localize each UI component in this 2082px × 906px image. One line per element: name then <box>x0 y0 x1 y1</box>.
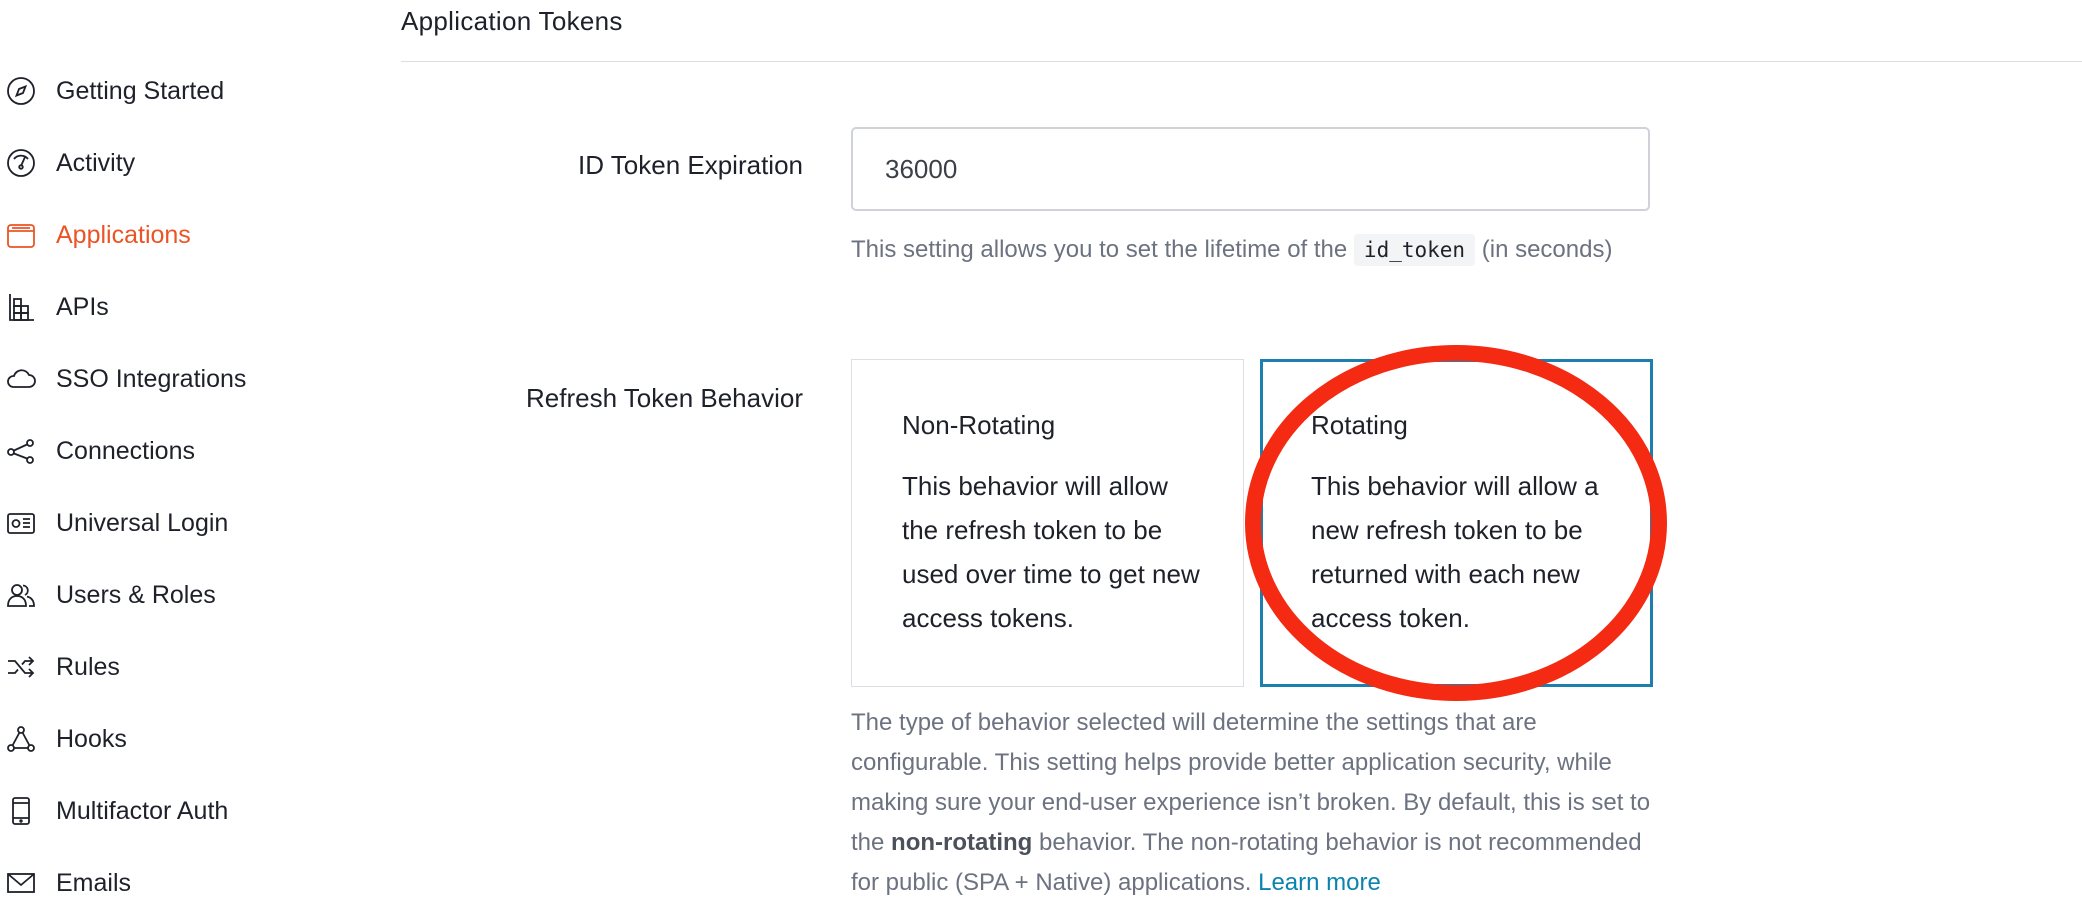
sidebar-item-users-roles[interactable]: Users & Roles <box>4 575 216 615</box>
phone-icon <box>4 794 38 828</box>
id-token-help-text: This setting allows you to set the lifet… <box>851 230 1651 270</box>
applications-icon <box>4 218 38 252</box>
sidebar-item-label: Hooks <box>56 724 127 753</box>
sidebar-item-label: Rules <box>56 652 120 681</box>
sidebar-item-rules[interactable]: Rules <box>4 647 120 687</box>
help-text-suffix: (in seconds) <box>1475 236 1613 263</box>
sidebar-item-label: Getting Started <box>56 76 225 105</box>
sidebar-item-multifactor-auth[interactable]: Multifactor Auth <box>4 791 228 831</box>
sidebar-item-label: Universal Login <box>56 508 229 537</box>
section-title: Application Tokens <box>401 6 623 36</box>
share-nodes-icon <box>4 434 38 468</box>
sidebar-item-getting-started[interactable]: Getting Started <box>4 71 224 111</box>
refresh-behavior-help-text: The type of behavior selected will deter… <box>851 703 1651 903</box>
id-token-expiration-label: ID Token Expiration <box>578 150 803 180</box>
option-title: Rotating <box>1311 410 1408 440</box>
apis-icon <box>4 290 38 324</box>
sidebar-item-label: Multifactor Auth <box>56 796 229 825</box>
help-text-bold: non-rotating <box>891 829 1033 856</box>
option-non-rotating[interactable]: Non-Rotating This behavior will allow th… <box>851 359 1244 687</box>
option-description: This behavior will allow the refresh tok… <box>902 471 1200 633</box>
hooks-icon <box>4 722 38 756</box>
option-rotating[interactable]: Rotating This behavior will allow a new … <box>1260 359 1653 687</box>
sidebar-nav: Getting Started Activity Applications AP… <box>0 0 390 906</box>
option-title: Non-Rotating <box>902 410 1056 440</box>
id-token-code: id_token <box>1353 234 1476 266</box>
help-text-prefix: This setting allows you to set the lifet… <box>851 236 1354 263</box>
option-description: This behavior will allow a new refresh t… <box>1311 471 1599 633</box>
shuffle-icon <box>4 650 38 684</box>
sidebar-item-label: APIs <box>56 292 109 321</box>
id-token-expiration-input[interactable] <box>851 127 1650 211</box>
sidebar-item-label: Applications <box>56 220 191 249</box>
section-divider <box>401 61 2082 62</box>
sidebar-item-universal-login[interactable]: Universal Login <box>4 503 228 543</box>
compass-icon <box>4 74 38 108</box>
sidebar-item-label: Connections <box>56 436 195 465</box>
login-card-icon <box>4 506 38 540</box>
sidebar-item-label: Users & Roles <box>56 580 216 609</box>
sidebar-item-connections[interactable]: Connections <box>4 431 195 471</box>
users-icon <box>4 578 38 612</box>
sidebar-item-applications[interactable]: Applications <box>4 215 191 255</box>
refresh-token-behavior-label: Refresh Token Behavior <box>525 383 803 413</box>
sidebar-item-apis[interactable]: APIs <box>4 287 109 327</box>
envelope-icon <box>4 866 38 900</box>
sidebar-item-label: Emails <box>56 868 132 897</box>
sidebar-item-emails[interactable]: Emails <box>4 863 131 903</box>
learn-more-link[interactable]: Learn more <box>1258 869 1381 896</box>
sidebar-item-hooks[interactable]: Hooks <box>4 719 127 759</box>
